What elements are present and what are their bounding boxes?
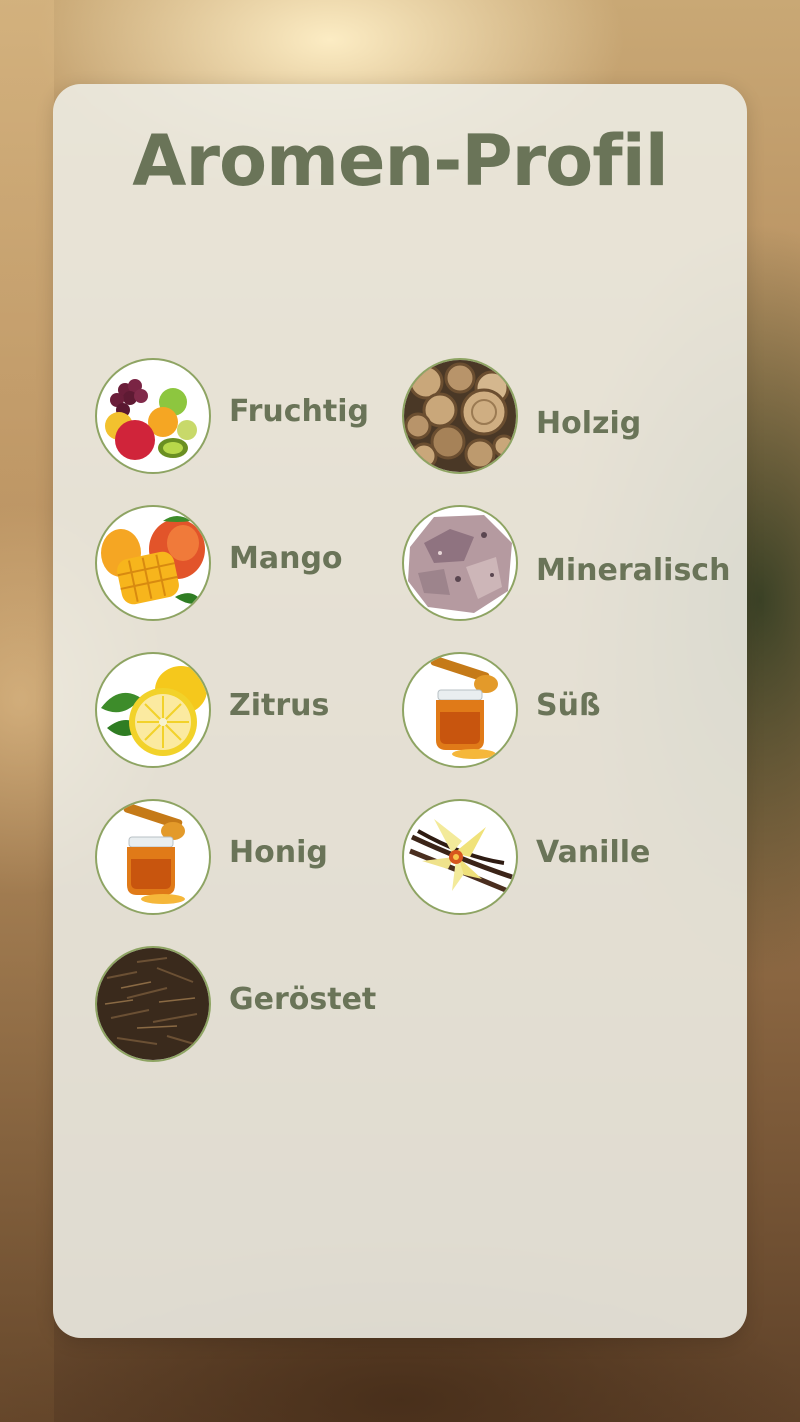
honey-jar-icon bbox=[402, 652, 518, 768]
page-title: Aromen-Profil bbox=[132, 120, 668, 202]
mango-icon bbox=[95, 505, 211, 621]
mineral-stone-icon bbox=[402, 505, 518, 621]
aroma-label: Vanille bbox=[536, 835, 651, 870]
aroma-label: Mango bbox=[229, 541, 343, 576]
aroma-label: Fruchtig bbox=[229, 394, 369, 429]
aroma-label: Zitrus bbox=[229, 688, 330, 723]
vanilla-flower-icon bbox=[402, 799, 518, 915]
aroma-label: Holzig bbox=[536, 406, 642, 441]
lemon-icon bbox=[95, 652, 211, 768]
roasted-tea-icon bbox=[95, 946, 211, 1062]
window-frame bbox=[0, 0, 54, 1422]
aroma-label: Süß bbox=[536, 688, 601, 723]
honey-jar-icon bbox=[95, 799, 211, 915]
aroma-label: Honig bbox=[229, 835, 328, 870]
fruits-icon bbox=[95, 358, 211, 474]
aroma-label: Mineralisch bbox=[536, 553, 731, 588]
wood-logs-icon bbox=[402, 358, 518, 474]
aroma-label: Geröstet bbox=[229, 982, 377, 1017]
